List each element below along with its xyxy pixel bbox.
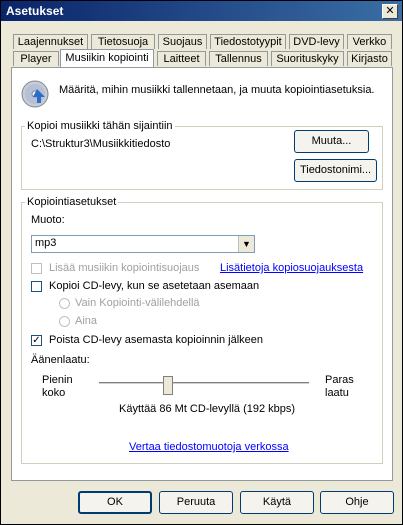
ok-button[interactable]: OK [78, 491, 152, 514]
tab-kirjasto[interactable]: Kirjasto [347, 51, 392, 66]
quality-min-label-1: Pienin [42, 374, 73, 386]
radio-always [59, 316, 70, 327]
compare-formats-link[interactable]: Vertaa tiedostomuotoja verkossa [129, 441, 289, 453]
description-text: Määritä, mihin musiikki tallennetaan, ja… [59, 84, 375, 96]
radio-copy-tab-only-label: Vain Kopiointi-välilehdellä [75, 297, 200, 309]
chevron-down-icon[interactable]: ▼ [238, 236, 254, 252]
settings-group-label: Kopiointiasetukset [25, 196, 119, 208]
window-title: Asetukset [6, 4, 64, 18]
quality-slider-thumb[interactable] [163, 376, 173, 395]
settings-window: Asetukset ✕ Laajennukset Tietosuoja Suoj… [0, 0, 403, 525]
tab-musiikin-kopiointi[interactable]: Musiikin kopiointi [60, 49, 154, 67]
location-group-label: Kopioi musiikki tähän sijaintiin [25, 120, 175, 132]
change-location-button[interactable]: Muuta... [294, 130, 369, 153]
quality-label: Äänenlaatu: [31, 354, 90, 366]
copy-protect-info-link[interactable]: Lisätietoja kopiosuojauksesta [220, 262, 363, 274]
title-bar: Asetukset ✕ [1, 1, 402, 21]
tab-dvd-levy[interactable]: DVD-levy [289, 34, 344, 49]
quality-max-label-1: Paras [325, 374, 354, 386]
tab-suojaus[interactable]: Suojaus [158, 34, 207, 49]
close-button[interactable]: ✕ [382, 4, 398, 19]
copy-protect-checkbox [31, 263, 42, 274]
copy-cd-label: Kopioi CD-levy, kun se asetetaan asemaan [49, 280, 260, 292]
quality-usage-text: Käyttää 86 Mt CD-levyllä (192 kbps) [119, 403, 296, 415]
copy-cd-checkbox[interactable] [31, 281, 42, 292]
location-path: C:\Struktur3\Musiikkitiedosto [31, 138, 171, 150]
cancel-button[interactable]: Peruuta [159, 491, 233, 514]
tab-player[interactable]: Player [13, 51, 59, 66]
cd-copy-icon [21, 80, 49, 108]
quality-slider-track[interactable] [99, 382, 309, 385]
format-select[interactable]: mp3 ▼ [31, 235, 255, 253]
filename-button[interactable]: Tiedostonimi... [294, 159, 377, 182]
eject-label: Poista CD-levy asemasta kopioinnin jälke… [49, 334, 263, 346]
format-label: Muoto: [31, 214, 65, 226]
eject-checkbox[interactable]: ✓ [31, 335, 42, 346]
quality-max-label-2: laatu [325, 387, 349, 399]
apply-button[interactable]: Käytä [240, 491, 314, 514]
tab-suorituskyky[interactable]: Suorituskyky [271, 51, 344, 66]
tab-tiedostotyypit[interactable]: Tiedostotyypit [210, 34, 286, 49]
radio-always-label: Aina [75, 315, 98, 327]
quality-min-label-2: koko [42, 387, 66, 399]
help-button[interactable]: Ohje [320, 491, 394, 514]
radio-copy-tab-only [59, 298, 70, 309]
tab-laajennukset[interactable]: Laajennukset [13, 34, 88, 49]
tab-laitteet[interactable]: Laitteet [157, 51, 206, 66]
format-value: mp3 [35, 237, 57, 249]
tab-tallennus[interactable]: Tallennus [209, 51, 268, 66]
copy-protect-label: Lisää musiikin kopiointisuojaus [49, 262, 200, 274]
tab-verkko[interactable]: Verkko [347, 34, 392, 49]
tab-tietosuoja[interactable]: Tietosuoja [91, 34, 155, 49]
